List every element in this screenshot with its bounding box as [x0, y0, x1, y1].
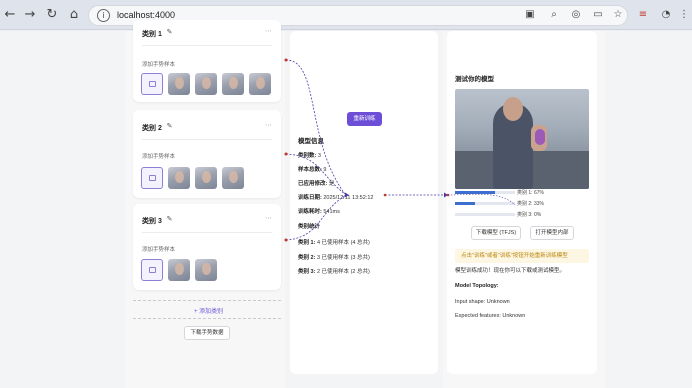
connector-class1 — [285, 59, 346, 195]
connector-dot — [284, 238, 288, 242]
connector-class2 — [285, 153, 346, 195]
connector-dot — [383, 193, 387, 197]
connector-dot — [284, 58, 288, 62]
arrowhead — [345, 192, 349, 198]
connector-class3 — [285, 195, 346, 241]
connector-arrows — [284, 58, 516, 242]
connector-dot — [284, 152, 288, 156]
connector-to-bars — [447, 193, 516, 206]
